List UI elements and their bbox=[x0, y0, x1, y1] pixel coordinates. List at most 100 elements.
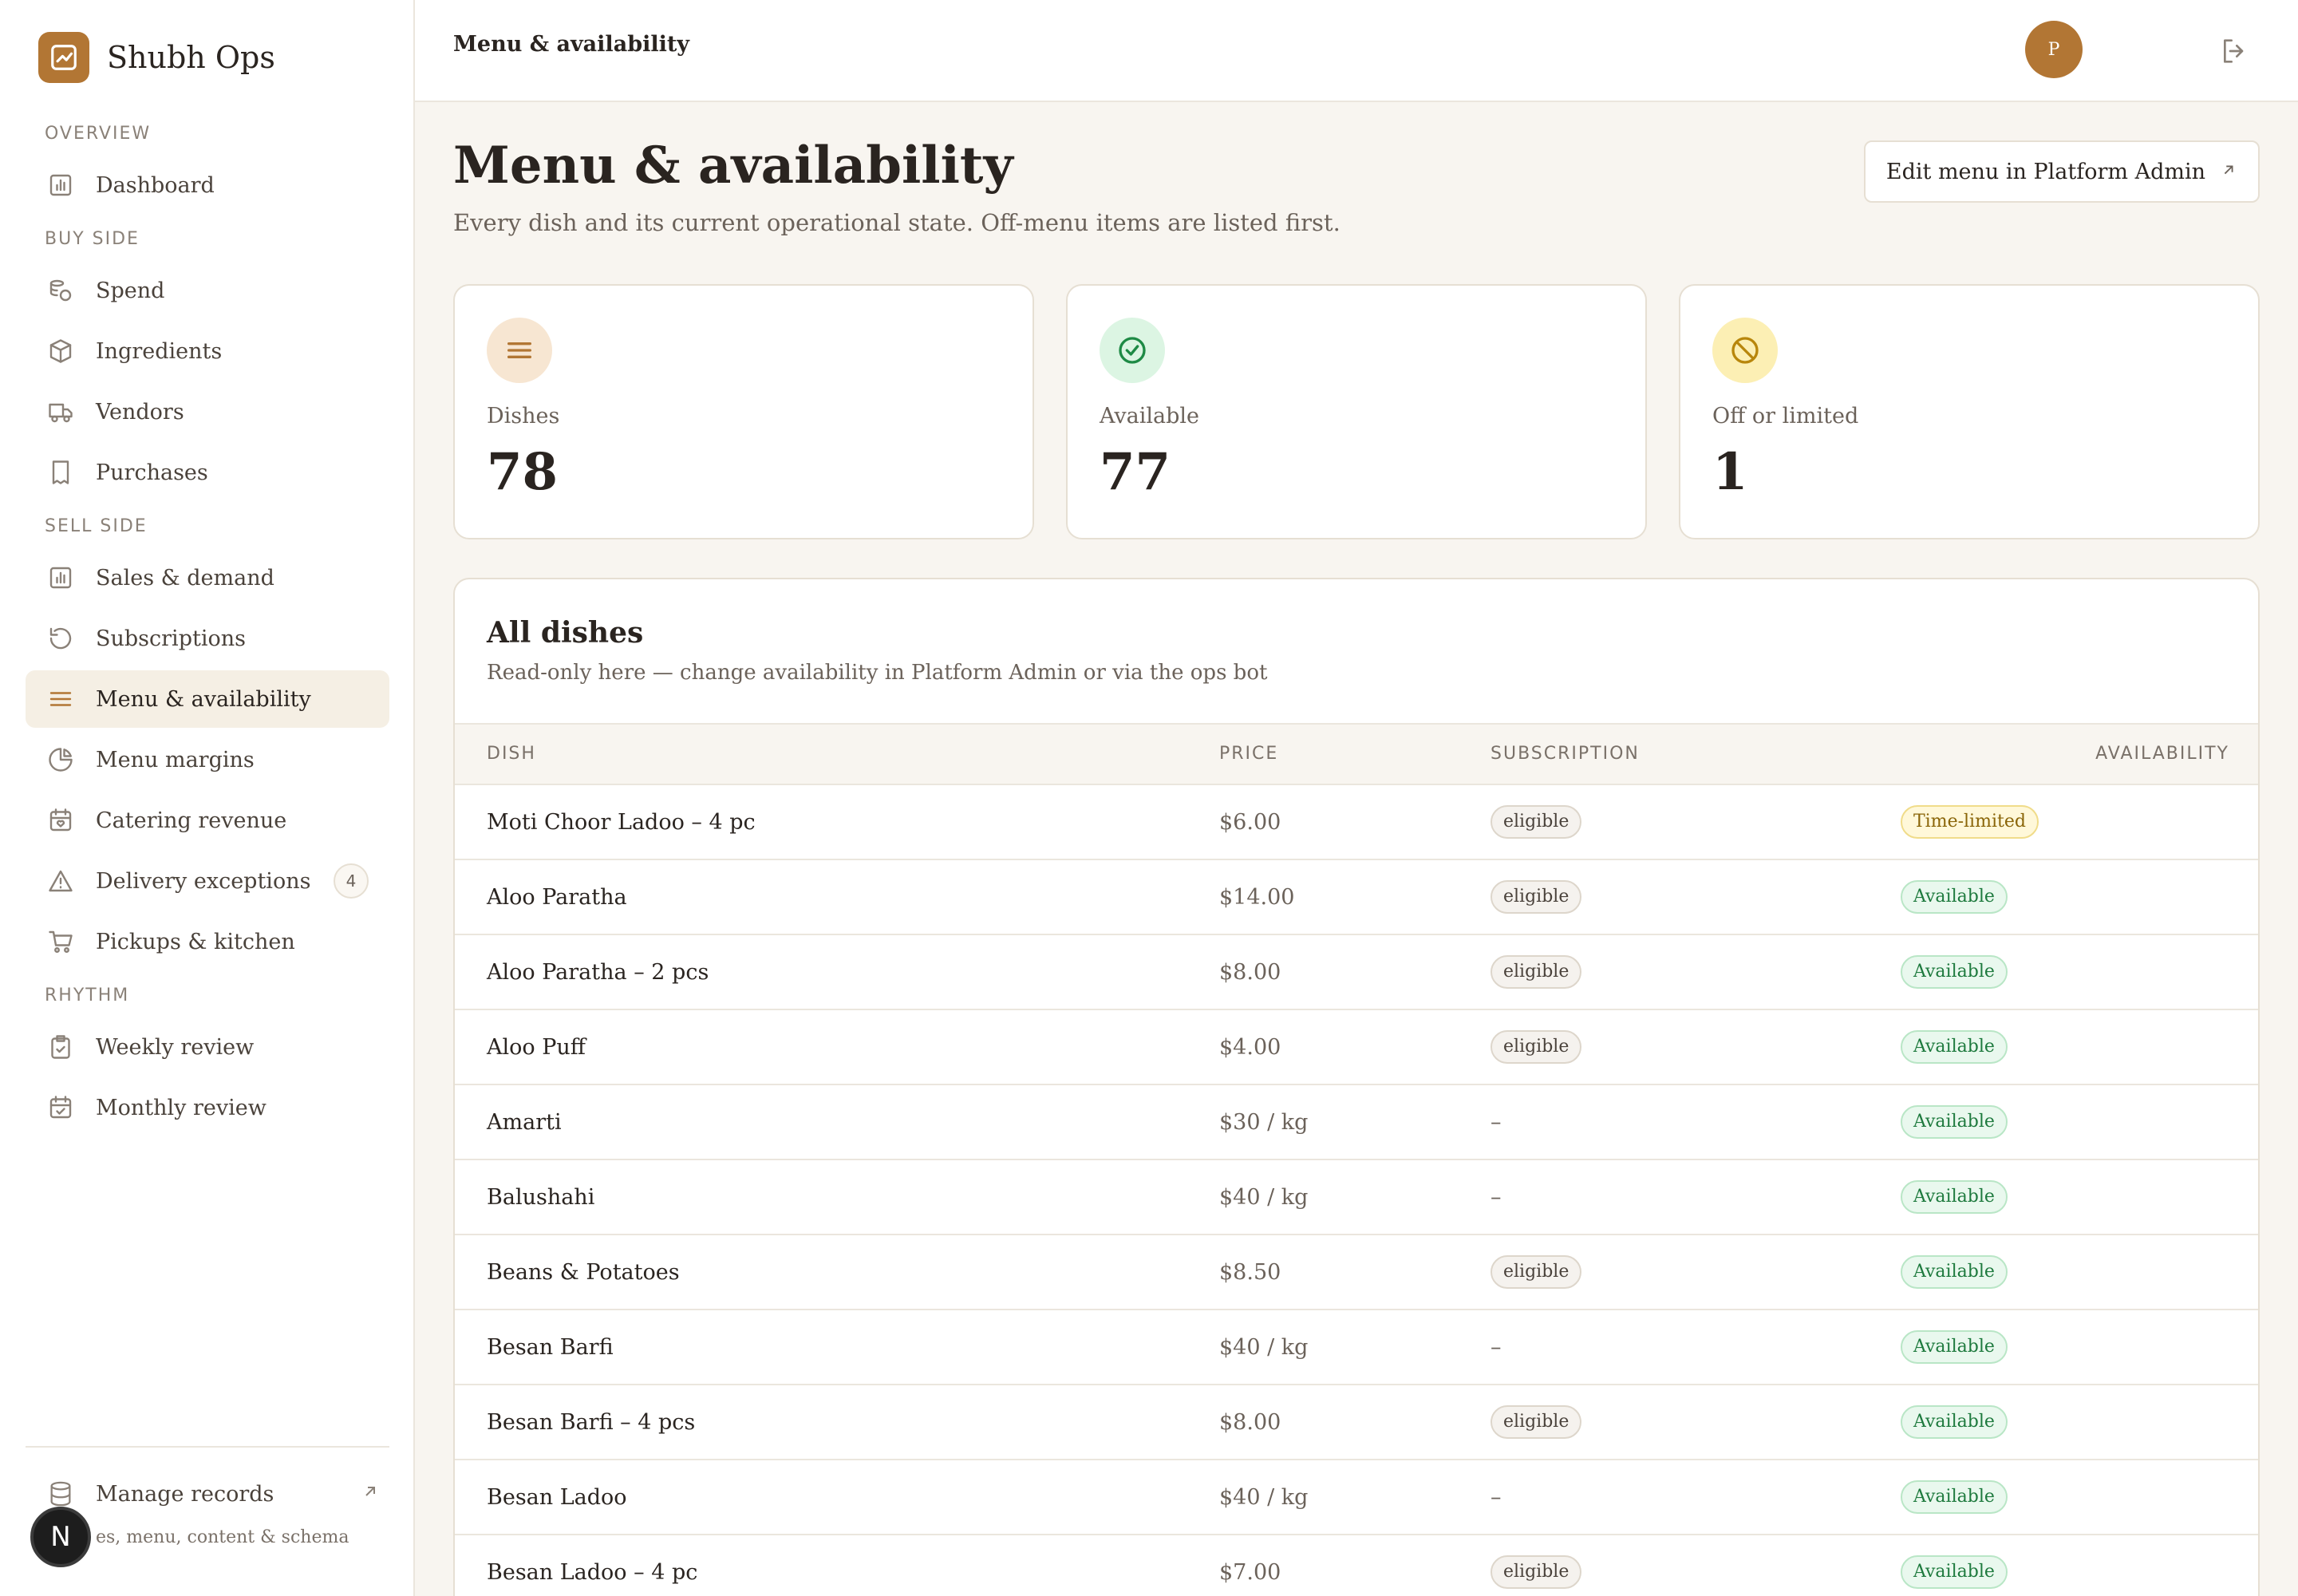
header-availability[interactable]: AVAILABILITY bbox=[2095, 744, 2229, 764]
table-row[interactable]: Balushahi $40 / kg – Available bbox=[455, 1160, 2258, 1235]
subscription-badge: eligible bbox=[1491, 1030, 1582, 1064]
sidebar-item-ingredients[interactable]: Ingredients bbox=[26, 322, 389, 380]
logout-icon[interactable] bbox=[2218, 35, 2250, 67]
stat-card-available: Available 77 bbox=[1066, 284, 1647, 539]
database-icon bbox=[45, 1478, 77, 1510]
sidebar-item-subscriptions[interactable]: Subscriptions bbox=[26, 610, 389, 667]
external-arrow-icon bbox=[2220, 160, 2237, 184]
sidebar-item-dashboard[interactable]: Dashboard bbox=[26, 156, 389, 214]
dish-name: Balushahi bbox=[487, 1184, 595, 1210]
sidebar-item-weekly-review[interactable]: Weekly review bbox=[26, 1018, 389, 1076]
table-row[interactable]: Moti Choor Ladoo – 4 pc $6.00 eligible Time… bbox=[455, 785, 2258, 860]
sidebar-item-purchases[interactable]: Purchases bbox=[26, 444, 389, 501]
count-badge: 4 bbox=[334, 863, 369, 899]
table-body: Moti Choor Ladoo – 4 pc $6.00 eligible Time… bbox=[455, 785, 2258, 1596]
dish-name: Amarti bbox=[487, 1109, 562, 1135]
table-row[interactable]: Besan Ladoo $40 / kg – Available bbox=[455, 1460, 2258, 1535]
table-row[interactable]: Beans & Potatoes $8.50 eligible Available bbox=[455, 1235, 2258, 1310]
availability-badge: Available bbox=[1901, 1405, 2008, 1439]
sidebar-item-label: Catering revenue bbox=[96, 808, 287, 833]
dish-price: $40 / kg bbox=[1219, 1184, 1309, 1210]
sidebar-item-sales-demand[interactable]: Sales & demand bbox=[26, 549, 389, 606]
sidebar-item-label: Ingredients bbox=[96, 338, 223, 364]
avatar[interactable]: P bbox=[2025, 21, 2083, 78]
stat-value: 78 bbox=[487, 442, 559, 502]
menu-lines-icon bbox=[45, 683, 77, 715]
sidebar-item-vendors[interactable]: Vendors bbox=[26, 383, 389, 440]
sidebar-item-menu-availability[interactable]: Menu & availability bbox=[26, 670, 389, 728]
table-row[interactable]: Besan Barfi – 4 pcs $8.00 eligible Availabl… bbox=[455, 1385, 2258, 1460]
availability-badge: Available bbox=[1901, 1030, 2008, 1064]
sidebar-item-label: Menu & availability bbox=[96, 686, 311, 712]
availability-badge: Available bbox=[1901, 1105, 2008, 1139]
page-subtitle: Every dish and its current operational s… bbox=[453, 209, 1340, 236]
page-title: Menu & availability bbox=[453, 136, 1013, 196]
clipboard-check-icon bbox=[45, 1031, 77, 1063]
sidebar-item-spend[interactable]: Spend bbox=[26, 262, 389, 319]
dev-tools-button[interactable]: N bbox=[30, 1507, 91, 1567]
sidebar-item-label: Subscriptions bbox=[96, 626, 246, 651]
subscription-badge: eligible bbox=[1491, 1255, 1582, 1289]
table-row[interactable]: Aloo Paratha – 2 pcs $8.00 eligible Availab… bbox=[455, 935, 2258, 1010]
availability-cell: Available bbox=[1901, 860, 2008, 934]
subscription-value: – bbox=[1491, 1184, 1502, 1210]
table-row[interactable]: Aloo Puff $4.00 eligible Available bbox=[455, 1010, 2258, 1085]
sidebar-item-label: Sales & demand bbox=[96, 565, 274, 591]
app-name: Shubh Ops bbox=[107, 40, 275, 75]
header-price[interactable]: PRICE bbox=[1219, 744, 1278, 764]
subscription-cell: eligible bbox=[1491, 1535, 1582, 1596]
table-header: DISH PRICE SUBSCRIPTION AVAILABILITY bbox=[455, 723, 2258, 785]
sidebar-nav: OVERVIEW Dashboard BUY SIDE Spend Ingredient… bbox=[26, 112, 389, 1140]
availability-badge: Available bbox=[1901, 1255, 2008, 1289]
table-title: All dishes bbox=[487, 616, 644, 650]
dish-price: $4.00 bbox=[1219, 1034, 1281, 1060]
table-row[interactable]: Amarti $30 / kg – Available bbox=[455, 1085, 2258, 1160]
sidebar-item-delivery-exceptions[interactable]: Delivery exceptions 4 bbox=[26, 852, 389, 910]
sidebar-item-label: Menu margins bbox=[96, 747, 255, 772]
dish-price: $40 / kg bbox=[1219, 1334, 1309, 1360]
manage-records-link[interactable]: Manage records es, menu, content & schem… bbox=[45, 1475, 380, 1547]
subscription-cell: – bbox=[1491, 1085, 1502, 1159]
dish-price: $40 / kg bbox=[1219, 1484, 1309, 1510]
availability-badge: Available bbox=[1901, 1480, 2008, 1514]
table-row[interactable]: Aloo Paratha $14.00 eligible Available bbox=[455, 860, 2258, 935]
sidebar-item-label: Vendors bbox=[96, 399, 184, 425]
subscription-cell: – bbox=[1491, 1310, 1502, 1384]
sidebar-item-monthly-review[interactable]: Monthly review bbox=[26, 1079, 389, 1136]
stat-label: Off or limited bbox=[1712, 404, 1859, 429]
sidebar-item-pickups-kitchen[interactable]: Pickups & kitchen bbox=[26, 913, 389, 970]
table-row[interactable]: Besan Barfi $40 / kg – Available bbox=[455, 1310, 2258, 1385]
availability-cell: Available bbox=[1901, 1310, 2008, 1384]
availability-badge: Available bbox=[1901, 880, 2008, 914]
edit-menu-button[interactable]: Edit menu in Platform Admin bbox=[1863, 140, 2260, 203]
table-row[interactable]: Besan Ladoo – 4 pc $7.00 eligible Available bbox=[455, 1535, 2258, 1596]
dish-price: $8.50 bbox=[1219, 1259, 1281, 1285]
subscription-badge: eligible bbox=[1491, 880, 1582, 914]
sidebar-item-menu-margins[interactable]: Menu margins bbox=[26, 731, 389, 788]
receipt-icon bbox=[45, 456, 77, 488]
subscription-badge: eligible bbox=[1491, 1405, 1582, 1439]
trending-chart-icon bbox=[38, 32, 89, 83]
coins-icon bbox=[45, 275, 77, 306]
header-dish[interactable]: DISH bbox=[487, 744, 536, 764]
dish-price: $8.00 bbox=[1219, 959, 1281, 985]
bar-chart-icon bbox=[45, 562, 77, 594]
manage-records-sub: es, menu, content & schema bbox=[96, 1527, 349, 1547]
sidebar-item-label: Weekly review bbox=[96, 1034, 255, 1060]
subscription-value: – bbox=[1491, 1109, 1502, 1135]
availability-cell: Available bbox=[1901, 1160, 2008, 1234]
subscription-cell: eligible bbox=[1491, 1385, 1582, 1459]
nav-section-rhythm: RHYTHM bbox=[45, 986, 130, 1005]
external-arrow-icon bbox=[361, 1482, 380, 1507]
availability-cell: Available bbox=[1901, 1385, 2008, 1459]
sidebar-item-label: Dashboard bbox=[96, 172, 215, 198]
brand[interactable]: Shubh Ops bbox=[38, 32, 275, 83]
dish-name: Aloo Puff bbox=[487, 1034, 586, 1060]
header-subscription[interactable]: SUBSCRIPTION bbox=[1491, 744, 1640, 764]
edit-menu-label: Edit menu in Platform Admin bbox=[1885, 159, 2205, 184]
sidebar-item-catering-revenue[interactable]: Catering revenue bbox=[26, 792, 389, 849]
subscription-cell: eligible bbox=[1491, 935, 1582, 1009]
availability-cell: Available bbox=[1901, 1010, 2008, 1084]
sidebar-item-label: Delivery exceptions bbox=[96, 868, 311, 894]
subscription-cell: eligible bbox=[1491, 1235, 1582, 1309]
